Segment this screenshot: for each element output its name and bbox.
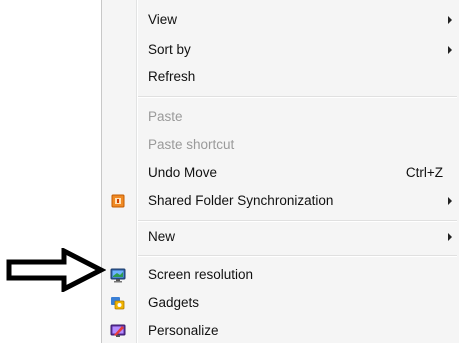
- desktop-context-menu: View Sort by Refresh Paste Paste shortcu…: [101, 0, 459, 343]
- submenu-arrow-icon: [448, 16, 452, 24]
- menu-item-label: Gadgets: [148, 295, 200, 310]
- sync-folder-icon: [111, 194, 125, 208]
- menu-item-label: Shared Folder Synchronization: [148, 193, 334, 208]
- menu-separator: [138, 255, 457, 257]
- menu-item-label: View: [148, 12, 178, 27]
- submenu-arrow-icon: [448, 233, 452, 241]
- menu-item-label: Refresh: [148, 69, 196, 84]
- monitor-icon: [110, 268, 126, 283]
- submenu-arrow-icon: [448, 197, 452, 205]
- menu-item-gadgets[interactable]: Gadgets: [102, 292, 459, 314]
- pointing-arrow-icon: [6, 248, 106, 292]
- menu-item-label: Personalize: [148, 323, 219, 338]
- menu-item-new[interactable]: New: [102, 226, 459, 248]
- menu-item-label: Screen resolution: [148, 267, 254, 282]
- menu-item-shared-folder-sync[interactable]: Shared Folder Synchronization: [102, 190, 459, 212]
- menu-item-label: Sort by: [148, 42, 191, 57]
- menu-separator: [138, 220, 457, 222]
- menu-item-refresh[interactable]: Refresh: [102, 66, 459, 88]
- menu-item-sort-by[interactable]: Sort by: [102, 39, 459, 61]
- gadgets-icon: [111, 297, 125, 310]
- submenu-arrow-icon: [448, 46, 452, 54]
- menu-item-label: New: [148, 229, 176, 244]
- menu-item-screen-resolution[interactable]: Screen resolution: [102, 264, 459, 286]
- menu-item-shortcut: Ctrl+Z: [405, 165, 443, 180]
- personalize-icon: [110, 324, 126, 337]
- menu-item-undo-move[interactable]: Undo Move Ctrl+Z: [102, 162, 459, 184]
- menu-item-paste[interactable]: Paste: [102, 106, 459, 128]
- menu-separator: [138, 96, 457, 98]
- menu-item-label: Paste: [148, 109, 183, 124]
- menu-item-view[interactable]: View: [102, 9, 459, 31]
- menu-item-label: Undo Move: [148, 165, 218, 180]
- menu-item-personalize[interactable]: Personalize: [102, 320, 459, 342]
- menu-item-label: Paste shortcut: [148, 137, 235, 152]
- menu-item-paste-shortcut[interactable]: Paste shortcut: [102, 134, 459, 156]
